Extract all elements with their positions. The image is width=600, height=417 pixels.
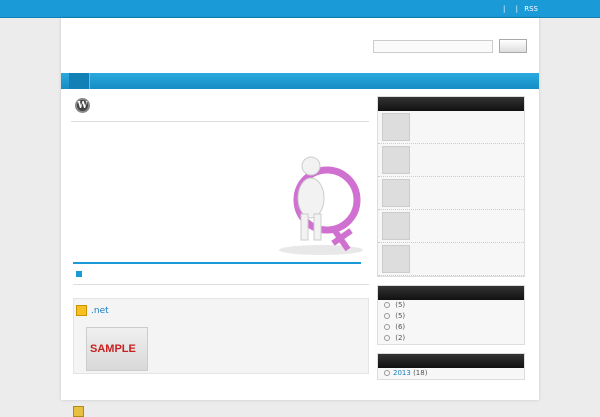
nav-bar	[61, 73, 539, 89]
post-title-text[interactable]: .net	[91, 306, 109, 316]
wordpress-icon: W	[75, 98, 90, 113]
recent-post-item[interactable]	[378, 177, 524, 210]
recent-posts-widget	[377, 96, 525, 277]
category-count: (2)	[395, 334, 406, 342]
bullet-icon	[384, 370, 390, 376]
recent-post-item[interactable]	[378, 144, 524, 177]
post-title-2[interactable]	[73, 406, 88, 417]
documents-icon[interactable]	[382, 212, 410, 240]
category-count: (5)	[395, 312, 406, 320]
separator: |	[503, 5, 506, 13]
widget-heading	[378, 286, 524, 300]
category-item[interactable]: (5)	[378, 311, 524, 322]
page-container: W .net SAMPLE (5) (5) (6) (2) 2013 (18)	[61, 18, 539, 417]
sidebar: (5) (5) (6) (2) 2013 (18)	[377, 96, 525, 388]
category-count: (6)	[395, 323, 406, 331]
archive-name[interactable]: 2013	[393, 369, 411, 377]
rss-link[interactable]: RSS	[524, 5, 538, 13]
post-title[interactable]: .net	[76, 305, 109, 316]
category-item[interactable]: (5)	[378, 300, 524, 311]
archive-count: (18)	[413, 369, 428, 377]
bullet-icon	[384, 335, 390, 341]
bullet-icon	[384, 324, 390, 330]
archives-widget: 2013 (18)	[377, 353, 525, 380]
nav-item-home[interactable]	[69, 73, 90, 89]
coins-icon[interactable]	[382, 179, 410, 207]
square-bullet-icon	[76, 271, 82, 277]
recent-post-item[interactable]	[378, 210, 524, 243]
entry-body	[73, 156, 273, 164]
entry-header: W	[71, 96, 369, 122]
crown-icon	[76, 305, 87, 316]
top-links: | | RSS	[495, 5, 538, 13]
female-symbol-figure-image	[279, 156, 363, 255]
search-input[interactable]	[373, 40, 493, 53]
archive-item[interactable]: 2013 (18)	[378, 368, 524, 379]
post-thumbnail[interactable]: SAMPLE	[86, 327, 148, 371]
bullet-icon	[384, 302, 390, 308]
scales-icon[interactable]	[382, 113, 410, 141]
categories-widget: (5) (5) (6) (2)	[377, 285, 525, 345]
section-heading	[73, 267, 369, 285]
category-item[interactable]: (6)	[378, 322, 524, 333]
widget-heading	[378, 97, 524, 111]
bullet-icon	[384, 313, 390, 319]
post-card: .net SAMPLE	[73, 298, 369, 374]
ranking-icon	[73, 406, 84, 417]
top-bar: | | RSS	[0, 0, 600, 18]
figures-icon[interactable]	[382, 146, 410, 174]
thumbnail-label: SAMPLE	[90, 343, 136, 355]
search-button[interactable]	[499, 39, 527, 53]
divider	[73, 262, 361, 264]
widget-heading	[378, 354, 524, 368]
recent-post-item[interactable]	[378, 111, 524, 144]
separator: |	[515, 5, 518, 13]
recent-post-item[interactable]	[378, 243, 524, 276]
category-item[interactable]: (2)	[378, 333, 524, 344]
figure-icon[interactable]	[382, 245, 410, 273]
category-count: (5)	[395, 301, 406, 309]
